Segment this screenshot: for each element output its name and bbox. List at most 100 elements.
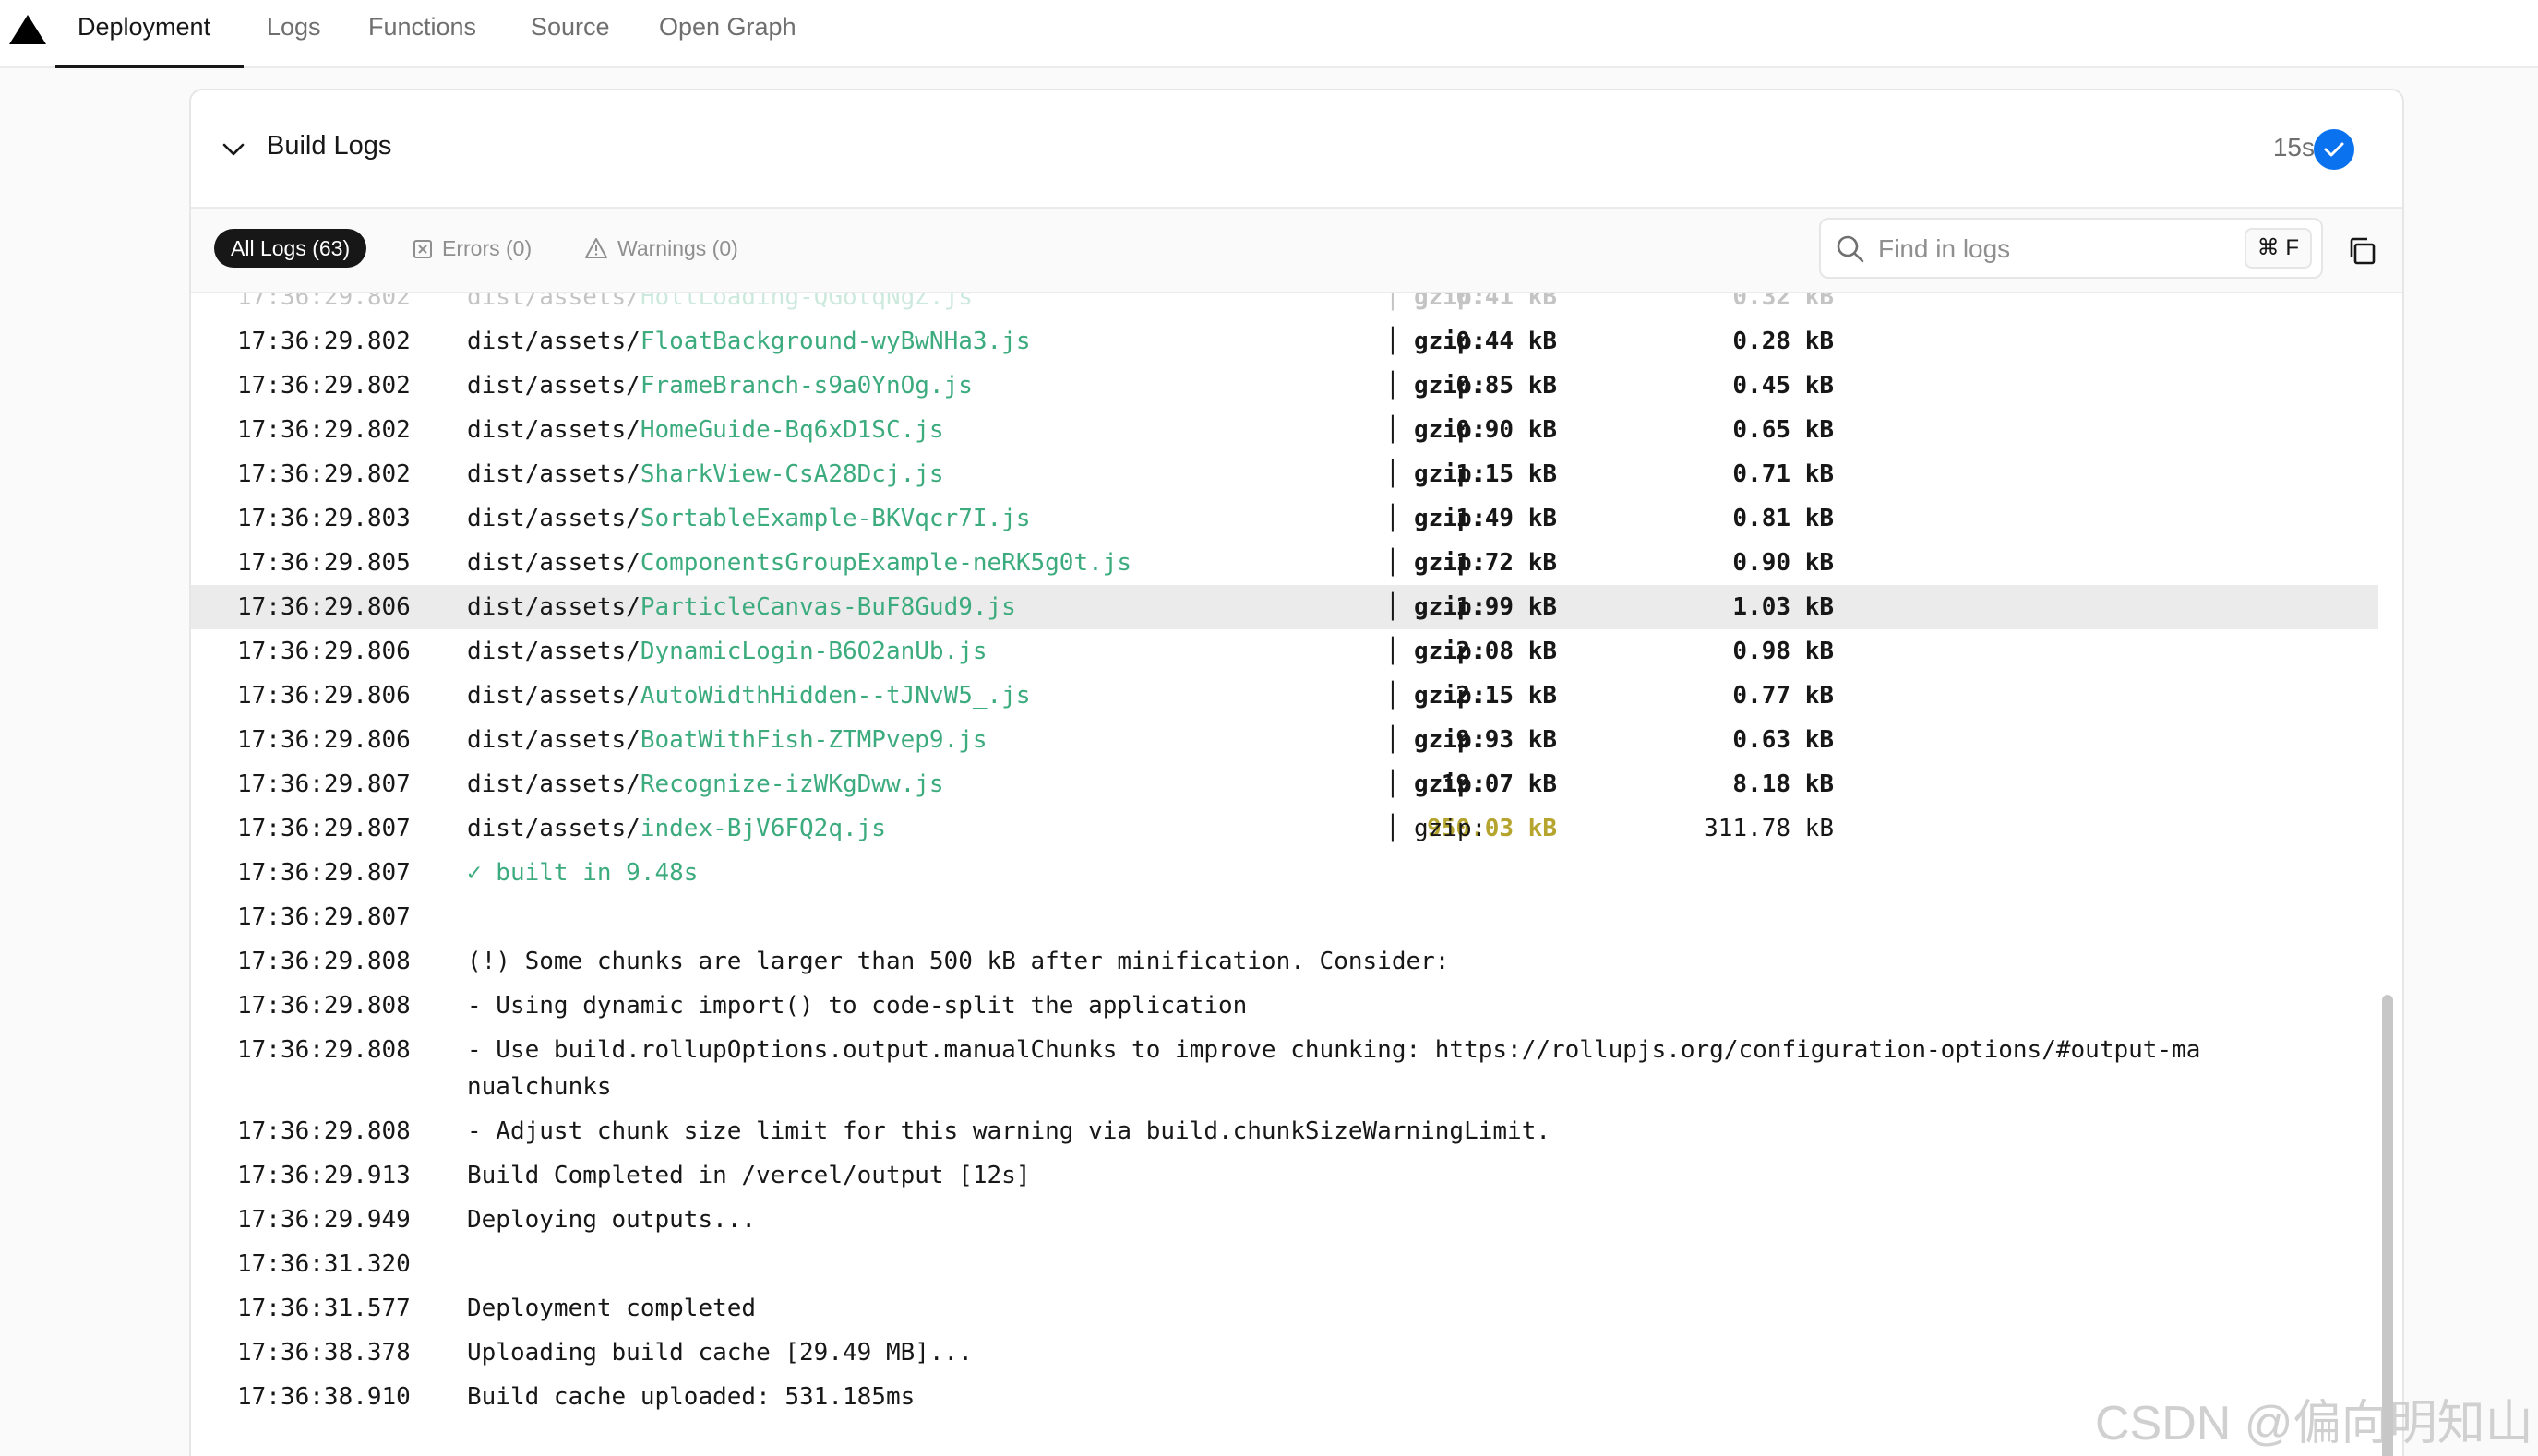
asset-file: FrameBranch-s9a0YnOg.js (640, 372, 973, 400)
copy-icon[interactable] (2345, 234, 2378, 268)
log-message: - Using dynamic import() to code-split t… (467, 984, 1247, 1028)
log-message: dist/assets/index-BjV6FQ2q.js (467, 806, 886, 851)
log-row[interactable]: 17:36:29.808 (!) Some chunks are larger t… (191, 939, 2378, 984)
column-separator: │ (1385, 293, 1400, 311)
log-timestamp: 17:36:29.949 (237, 1206, 411, 1234)
asset-file: HomeGuide-Bq6xD1SC.js (640, 416, 944, 444)
log-row[interactable]: 17:36:31.577 Deployment completed (191, 1286, 2378, 1331)
column-separator: │ (1385, 328, 1400, 355)
log-row[interactable]: 17:36:29.806 dist/assets/BoatWithFish-ZTM… (191, 718, 2378, 762)
asset-size-cell: 1.15 kB (1169, 452, 1557, 496)
log-timestamp: 17:36:29.803 (237, 505, 411, 532)
log-output: 17:36:29.802 dist/assets/HollLoading-QGot… (191, 293, 2378, 1456)
chevron-down-icon[interactable] (221, 137, 246, 162)
gzip-label: gzip: (1414, 682, 1487, 710)
log-message: Deploying outputs... (467, 1198, 756, 1242)
asset-file: Recognize-izWKgDww.js (640, 770, 944, 798)
log-row[interactable]: 17:36:29.806 dist/assets/ParticleCanvas-B… (191, 585, 2378, 629)
log-text: - Adjust chunk size limit for this warni… (467, 1117, 1550, 1145)
gzip-size-cell: 8.18 kB (1502, 762, 1834, 806)
column-separator: │ (1385, 726, 1400, 754)
log-toolbar: All Logs (63) Errors (0) Warnings (0) ⌘ … (191, 209, 2402, 293)
asset-size-cell: 0.85 kB (1169, 364, 1557, 408)
asset-size-cell: 0.41 kB (1169, 293, 1557, 319)
log-row[interactable]: 17:36:29.805 dist/assets/ComponentsGroupE… (191, 541, 2378, 585)
asset-dir: dist/assets/ (467, 372, 640, 400)
gzip-label: gzip: (1414, 593, 1487, 621)
gzip-size-cell: 0.90 kB (1502, 541, 1834, 585)
log-timestamp: 17:36:29.807 (237, 903, 411, 931)
asset-dir: dist/assets/ (467, 549, 640, 577)
log-row[interactable]: 17:36:29.802 dist/assets/SharkView-CsA28D… (191, 452, 2378, 496)
log-row[interactable]: 17:36:29.806 dist/assets/AutoWidthHidden-… (191, 674, 2378, 718)
log-row[interactable]: 17:36:29.802 dist/assets/HollLoading-QGot… (191, 293, 2378, 319)
log-row[interactable]: 17:36:29.802 dist/assets/HomeGuide-Bq6xD1… (191, 408, 2378, 452)
tab-open-graph[interactable]: Open Graph (659, 0, 796, 68)
log-row[interactable]: 17:36:29.808 - Use build.rollupOptions.ou… (191, 1028, 2378, 1109)
log-text: Build cache uploaded: 531.185ms (467, 1383, 916, 1411)
log-timestamp: 17:36:29.808 (237, 1117, 411, 1145)
asset-dir: dist/assets/ (467, 328, 640, 355)
column-separator: │ (1385, 815, 1400, 842)
asset-file: SharkView-CsA28Dcj.js (640, 460, 944, 488)
asset-file: index-BjV6FQ2q.js (640, 815, 886, 842)
log-message: dist/assets/SortableExample-BKVqcr7I.js (467, 496, 1030, 541)
log-search-box[interactable]: ⌘ F (1819, 218, 2323, 279)
log-row[interactable]: 17:36:29.807 dist/assets/index-BjV6FQ2q.j… (191, 806, 2378, 851)
log-timestamp: 17:36:31.320 (237, 1250, 411, 1278)
log-row[interactable]: 17:36:29.949 Deploying outputs... (191, 1198, 2378, 1242)
log-message: Build cache uploaded: 531.185ms (467, 1375, 915, 1419)
log-row[interactable]: 17:36:38.378 Uploading build cache [29.49… (191, 1331, 2378, 1375)
log-row[interactable]: 17:36:29.802 dist/assets/FloatBackground-… (191, 319, 2378, 364)
asset-file: ParticleCanvas-BuF8Gud9.js (640, 593, 1016, 621)
log-row[interactable]: 17:36:29.802 dist/assets/FrameBranch-s9a0… (191, 364, 2378, 408)
column-separator: │ (1385, 416, 1400, 444)
gzip-size-cell: 0.98 kB (1502, 629, 1834, 674)
build-logs-card: Build Logs 15s All Logs (63) Errors (0) … (189, 89, 2404, 1456)
log-row[interactable]: 17:36:31.320 (191, 1242, 2378, 1286)
gzip-size: 1.03 kB (1732, 593, 1834, 621)
tab-functions[interactable]: Functions (368, 0, 476, 68)
asset-dir: dist/assets/ (467, 638, 640, 665)
log-row[interactable]: 17:36:29.806 dist/assets/DynamicLogin-B6O… (191, 629, 2378, 674)
filter-all-logs-button[interactable]: All Logs (63) (214, 229, 367, 268)
gzip-size: 0.71 kB (1732, 460, 1834, 488)
build-logs-header[interactable]: Build Logs 15s (191, 90, 2402, 209)
asset-size-cell: 9.93 kB (1169, 718, 1557, 762)
asset-size-cell: 19.07 kB (1169, 762, 1557, 806)
log-row[interactable]: 17:36:29.807 (191, 895, 2378, 939)
tab-source[interactable]: Source (531, 0, 610, 68)
asset-file: DynamicLogin-B6O2anUb.js (640, 638, 988, 665)
gzip-size: 0.98 kB (1732, 638, 1834, 665)
filter-errors-label: Errors (0) (442, 236, 533, 260)
column-separator: │ (1385, 593, 1400, 621)
gzip-size: 311.78 kB (1704, 815, 1834, 842)
gzip-size: 0.77 kB (1732, 682, 1834, 710)
log-row[interactable]: 17:36:29.808 - Adjust chunk size limit fo… (191, 1109, 2378, 1153)
column-separator: │ (1385, 460, 1400, 488)
asset-dir: dist/assets/ (467, 416, 640, 444)
build-duration: 15s (2272, 133, 2315, 161)
filter-warnings-button[interactable]: Warnings (0) (584, 229, 738, 268)
log-row[interactable]: 17:36:29.807 dist/assets/Recognize-izWKgD… (191, 762, 2378, 806)
log-message: - Use build.rollupOptions.output.manualC… (467, 1032, 2200, 1105)
log-text: Deploying outputs... (467, 1206, 757, 1234)
gzip-label: gzip: (1414, 460, 1487, 488)
vercel-logo-icon[interactable] (7, 13, 48, 46)
log-row[interactable]: 17:36:29.803 dist/assets/SortableExample-… (191, 496, 2378, 541)
log-message: dist/assets/FrameBranch-s9a0YnOg.js (467, 364, 973, 408)
tab-logs[interactable]: Logs (267, 0, 321, 68)
log-row[interactable]: 17:36:38.910 Build cache uploaded: 531.18… (191, 1375, 2378, 1419)
gzip-size: 0.63 kB (1732, 726, 1834, 754)
search-shortcut-hint: ⌘ F (2244, 228, 2312, 269)
gzip-size-cell: 0.63 kB (1502, 718, 1834, 762)
log-row[interactable]: 17:36:29.913 Build Completed in /vercel/o… (191, 1153, 2378, 1198)
log-row[interactable]: 17:36:29.807 ✓ built in 9.48s (191, 851, 2378, 895)
log-row[interactable]: 17:36:29.808 - Using dynamic import() to … (191, 984, 2378, 1028)
gzip-label: gzip: (1414, 505, 1487, 532)
tab-deployment[interactable]: Deployment (78, 0, 210, 68)
log-search-input[interactable] (1878, 231, 2238, 268)
gzip-size-cell: 0.77 kB (1502, 674, 1834, 718)
filter-errors-button[interactable]: Errors (0) (413, 229, 532, 268)
asset-dir: dist/assets/ (467, 815, 640, 842)
